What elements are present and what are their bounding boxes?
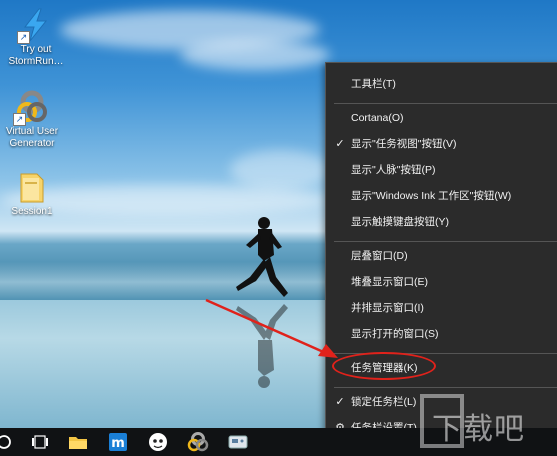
menu-divider — [334, 387, 557, 388]
desktop-icon-session1[interactable]: Session1 — [0, 170, 64, 218]
menu-item-cascade-windows[interactable]: 层叠窗口(D) — [326, 243, 557, 269]
menu-item-show-windows-ink-button[interactable]: 显示"Windows Ink 工作区"按钮(W) — [326, 183, 557, 209]
watermark-text: 下载吧 — [432, 412, 525, 447]
menu-item-cortana[interactable]: Cortana(O) ❯ — [326, 105, 557, 131]
menu-item-label: 显示"人脉"按钮(P) — [351, 164, 436, 176]
menu-item-label: 显示触摸键盘按钮(Y) — [351, 216, 449, 228]
task-view-icon[interactable] — [28, 431, 52, 453]
app-m-icon[interactable]: m — [106, 431, 130, 453]
menu-item-side-by-side-windows[interactable]: 并排显示窗口(I) — [326, 295, 557, 321]
menu-item-label: 堆叠显示窗口(E) — [351, 276, 428, 288]
menu-divider — [334, 103, 557, 104]
folder-icon — [20, 173, 44, 203]
menu-item-show-touch-keyboard-button[interactable]: 显示触摸键盘按钮(Y) — [326, 209, 557, 235]
vugen-icon[interactable] — [186, 431, 210, 453]
menu-item-label: 层叠窗口(D) — [351, 250, 408, 262]
desktop-icon-stormrunner[interactable]: ↗ Try out StormRun… — [4, 8, 68, 68]
menu-item-toolbars[interactable]: 工具栏(T) ❯ — [326, 71, 557, 97]
menu-item-label: 工具栏(T) — [351, 78, 396, 90]
menu-item-show-task-view-button[interactable]: ✓ 显示"任务视图"按钮(V) — [326, 131, 557, 157]
menu-item-show-people-button[interactable]: 显示"人脉"按钮(P) — [326, 157, 557, 183]
menu-item-label: 显示"任务视图"按钮(V) — [351, 138, 457, 150]
desktop-icon-label: Virtual User Generator — [5, 126, 59, 149]
svg-text:m: m — [111, 436, 125, 451]
file-explorer-icon[interactable] — [66, 431, 90, 453]
desktop-icon-vugen[interactable]: ↗ Virtual User Generator — [0, 90, 64, 150]
shortcut-arrow-icon: ↗ — [17, 31, 30, 44]
menu-divider — [334, 241, 557, 242]
runner-silhouette — [236, 217, 288, 297]
checkmark-icon: ✓ — [335, 396, 345, 408]
desktop-icon-label: Try out StormRun… — [8, 44, 64, 67]
menu-item-stack-windows[interactable]: 堆叠显示窗口(E) — [326, 269, 557, 295]
cortana-circle-icon[interactable] — [0, 431, 16, 453]
shortcut-arrow-icon: ↗ — [13, 113, 26, 126]
taskbar-context-menu: 工具栏(T) ❯ Cortana(O) ❯ ✓ 显示"任务视图"按钮(V) 显示… — [325, 62, 557, 442]
menu-item-label: Cortana(O) — [351, 112, 404, 124]
menu-item-label: 显示"Windows Ink 工作区"按钮(W) — [351, 190, 512, 202]
menu-item-show-desktop[interactable]: 显示打开的窗口(S) — [326, 321, 557, 347]
menu-item-label: 显示打开的窗口(S) — [351, 328, 439, 340]
watermark: 下载吧 — [420, 392, 557, 450]
annotation-highlight-oval — [332, 352, 436, 380]
menu-item-label: 锁定任务栏(L) — [351, 396, 417, 408]
checkmark-icon: ✓ — [335, 138, 345, 150]
desktop-icon-label: Session1 — [11, 206, 53, 217]
menu-item-label: 并排显示窗口(I) — [351, 302, 424, 314]
controller-icon[interactable] — [226, 431, 250, 453]
runner-reflection — [236, 304, 288, 388]
chat-face-icon[interactable] — [146, 431, 170, 453]
